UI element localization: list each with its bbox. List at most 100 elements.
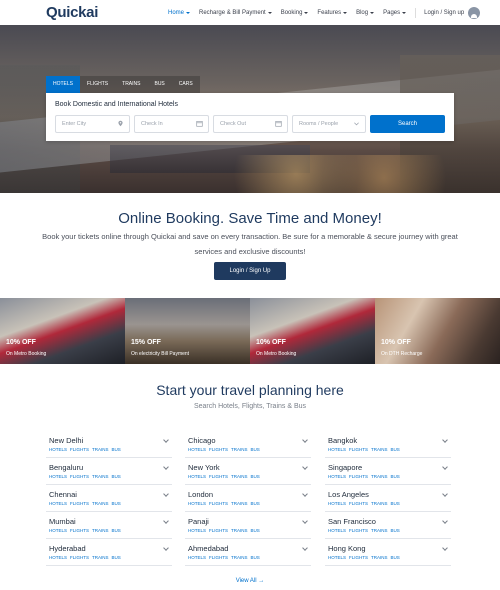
city-link-flights[interactable]: FLIGHTS xyxy=(70,474,89,479)
city-name[interactable]: Hyderabad xyxy=(49,544,86,553)
chevron-down-icon[interactable] xyxy=(302,518,308,524)
city-link-hotels[interactable]: HOTELS xyxy=(188,555,206,560)
city-name[interactable]: Bengaluru xyxy=(49,463,83,472)
city-link-bus[interactable]: BUS xyxy=(251,447,260,452)
offer-card[interactable]: 10% OFF On Metro Booking xyxy=(250,298,375,364)
logo[interactable]: Quickai xyxy=(46,4,98,21)
city-link-hotels[interactable]: HOTELS xyxy=(328,501,346,506)
offer-card[interactable]: 10% OFF On Metro Booking xyxy=(0,298,125,364)
city-link-trains[interactable]: TRAINS xyxy=(371,528,388,533)
chevron-down-icon[interactable] xyxy=(163,491,169,497)
city-link-flights[interactable]: FLIGHTS xyxy=(209,501,228,506)
search-button[interactable]: Search xyxy=(370,115,445,133)
tab-cars[interactable]: CARS xyxy=(171,76,200,93)
city-item[interactable]: Mumbai HOTELS FLIGHTS TRAINS BUS xyxy=(46,513,172,539)
city-link-trains[interactable]: TRAINS xyxy=(371,447,388,452)
chevron-down-icon[interactable] xyxy=(163,545,169,551)
city-link-trains[interactable]: TRAINS xyxy=(92,555,109,560)
city-link-bus[interactable]: BUS xyxy=(112,501,121,506)
view-all-link[interactable]: View All → xyxy=(0,578,500,584)
city-link-trains[interactable]: TRAINS xyxy=(231,528,248,533)
city-link-trains[interactable]: TRAINS xyxy=(92,474,109,479)
city-link-hotels[interactable]: HOTELS xyxy=(328,447,346,452)
chevron-down-icon[interactable] xyxy=(302,545,308,551)
chevron-down-icon[interactable] xyxy=(163,518,169,524)
chevron-down-icon[interactable] xyxy=(442,518,448,524)
city-item[interactable]: Chennai HOTELS FLIGHTS TRAINS BUS xyxy=(46,486,172,512)
city-link-trains[interactable]: TRAINS xyxy=(371,501,388,506)
city-name[interactable]: Los Angeles xyxy=(328,490,369,499)
city-link-bus[interactable]: BUS xyxy=(391,528,400,533)
chevron-down-icon[interactable] xyxy=(442,464,448,470)
city-link-trains[interactable]: TRAINS xyxy=(231,501,248,506)
city-name[interactable]: Panaji xyxy=(188,517,209,526)
city-link-bus[interactable]: BUS xyxy=(251,555,260,560)
city-item[interactable]: London HOTELS FLIGHTS TRAINS BUS xyxy=(185,486,311,512)
city-name[interactable]: Mumbai xyxy=(49,517,76,526)
city-link-trains[interactable]: TRAINS xyxy=(371,555,388,560)
city-link-flights[interactable]: FLIGHTS xyxy=(70,501,89,506)
city-link-hotels[interactable]: HOTELS xyxy=(49,474,67,479)
city-name[interactable]: Hong Kong xyxy=(328,544,366,553)
city-item[interactable]: New York HOTELS FLIGHTS TRAINS BUS xyxy=(185,459,311,485)
city-link-trains[interactable]: TRAINS xyxy=(231,474,248,479)
chevron-down-icon[interactable] xyxy=(442,491,448,497)
checkin-input[interactable]: Check In xyxy=(134,115,209,133)
city-name[interactable]: Singapore xyxy=(328,463,362,472)
city-item[interactable]: Hong Kong HOTELS FLIGHTS TRAINS BUS xyxy=(325,540,451,566)
rooms-people-select[interactable]: Rooms / People xyxy=(292,115,366,133)
city-link-bus[interactable]: BUS xyxy=(391,447,400,452)
city-link-trains[interactable]: TRAINS xyxy=(231,555,248,560)
city-link-trains[interactable]: TRAINS xyxy=(371,474,388,479)
chevron-down-icon[interactable] xyxy=(302,491,308,497)
chevron-down-icon[interactable] xyxy=(163,437,169,443)
chevron-down-icon[interactable] xyxy=(302,464,308,470)
city-link-flights[interactable]: FLIGHTS xyxy=(349,555,368,560)
city-item[interactable]: Panaji HOTELS FLIGHTS TRAINS BUS xyxy=(185,513,311,539)
user-avatar-icon[interactable] xyxy=(468,6,481,19)
city-link-flights[interactable]: FLIGHTS xyxy=(349,447,368,452)
city-link-flights[interactable]: FLIGHTS xyxy=(349,474,368,479)
city-link-flights[interactable]: FLIGHTS xyxy=(209,528,228,533)
login-signup-button[interactable]: Login / Sign Up xyxy=(214,262,286,280)
offer-card[interactable]: 10% OFF On DTH Recharge xyxy=(375,298,500,364)
tab-trains[interactable]: TRAINS xyxy=(115,76,148,93)
city-link-trains[interactable]: TRAINS xyxy=(92,447,109,452)
city-link-hotels[interactable]: HOTELS xyxy=(49,447,67,452)
city-name[interactable]: New Delhi xyxy=(49,436,83,445)
city-link-flights[interactable]: FLIGHTS xyxy=(209,447,228,452)
city-link-hotels[interactable]: HOTELS xyxy=(328,555,346,560)
city-item[interactable]: Los Angeles HOTELS FLIGHTS TRAINS BUS xyxy=(325,486,451,512)
city-link-bus[interactable]: BUS xyxy=(112,555,121,560)
city-link-trains[interactable]: TRAINS xyxy=(231,447,248,452)
city-link-bus[interactable]: BUS xyxy=(391,474,400,479)
city-link-bus[interactable]: BUS xyxy=(112,474,121,479)
offer-card[interactable]: 15% OFF On electricity Bill Payment xyxy=(125,298,250,364)
city-item[interactable]: Bangkok HOTELS FLIGHTS TRAINS BUS xyxy=(325,432,451,458)
city-link-hotels[interactable]: HOTELS xyxy=(328,528,346,533)
nav-home[interactable]: Home xyxy=(168,10,191,16)
city-item[interactable]: Singapore HOTELS FLIGHTS TRAINS BUS xyxy=(325,459,451,485)
city-link-hotels[interactable]: HOTELS xyxy=(49,555,67,560)
city-name[interactable]: San Francisco xyxy=(328,517,376,526)
city-link-flights[interactable]: FLIGHTS xyxy=(349,528,368,533)
city-link-hotels[interactable]: HOTELS xyxy=(49,528,67,533)
city-link-flights[interactable]: FLIGHTS xyxy=(70,528,89,533)
city-link-flights[interactable]: FLIGHTS xyxy=(209,555,228,560)
city-name[interactable]: New York xyxy=(188,463,220,472)
city-link-bus[interactable]: BUS xyxy=(112,447,121,452)
chevron-down-icon[interactable] xyxy=(163,464,169,470)
city-link-bus[interactable]: BUS xyxy=(391,555,400,560)
city-link-flights[interactable]: FLIGHTS xyxy=(349,501,368,506)
nav-blog[interactable]: Blog xyxy=(356,10,375,16)
nav-booking[interactable]: Booking xyxy=(281,10,309,16)
city-link-bus[interactable]: BUS xyxy=(251,528,260,533)
tab-hotels[interactable]: HOTELS xyxy=(46,76,81,93)
city-link-hotels[interactable]: HOTELS xyxy=(49,501,67,506)
chevron-down-icon[interactable] xyxy=(302,437,308,443)
chevron-down-icon[interactable] xyxy=(442,437,448,443)
chevron-down-icon[interactable] xyxy=(442,545,448,551)
city-link-hotels[interactable]: HOTELS xyxy=(188,474,206,479)
city-link-bus[interactable]: BUS xyxy=(251,474,260,479)
city-link-bus[interactable]: BUS xyxy=(391,501,400,506)
